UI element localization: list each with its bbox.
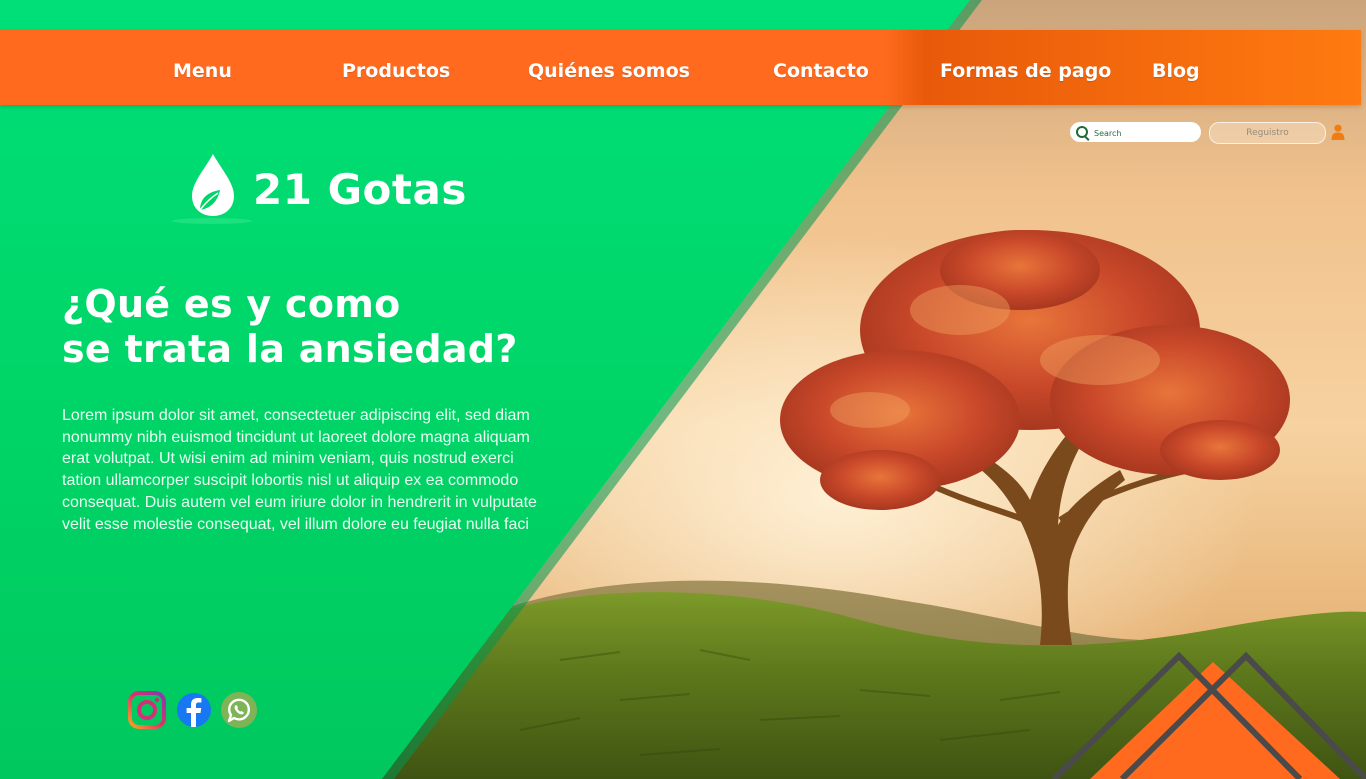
brand-name: 21 Gotas <box>253 165 467 214</box>
main-navigation: Menu Productos Quiénes somos Contacto Fo… <box>0 30 1361 105</box>
user-icon[interactable] <box>1331 124 1345 140</box>
nav-item-formas-de-pago[interactable]: Formas de pago <box>940 30 1111 105</box>
brand-logo[interactable] <box>170 150 260 233</box>
instagram-icon[interactable] <box>128 691 166 729</box>
facebook-icon[interactable] <box>175 691 213 729</box>
search-bar <box>1070 122 1201 142</box>
nav-item-blog[interactable]: Blog <box>1152 30 1200 105</box>
hero-title-line-2: se trata la ansiedad? <box>62 327 518 371</box>
search-input[interactable] <box>1092 124 1196 142</box>
whatsapp-icon[interactable] <box>220 691 258 729</box>
nav-item-contacto[interactable]: Contacto <box>773 30 869 105</box>
water-drop-leaf-icon <box>172 154 252 224</box>
register-button[interactable]: Reguistro <box>1209 122 1326 144</box>
nav-item-productos[interactable]: Productos <box>342 30 450 105</box>
hero-title-line-1: ¿Qué es y como <box>62 282 401 326</box>
nav-item-quienes-somos[interactable]: Quiénes somos <box>528 30 690 105</box>
nav-item-menu[interactable]: Menu <box>173 30 232 105</box>
hero-title: ¿Qué es y como se trata la ansiedad? <box>62 282 582 372</box>
triangle-ornament <box>1051 651 1366 779</box>
search-icon[interactable] <box>1076 126 1088 138</box>
hero-description: Lorem ipsum dolor sit amet, consectetuer… <box>62 407 537 533</box>
